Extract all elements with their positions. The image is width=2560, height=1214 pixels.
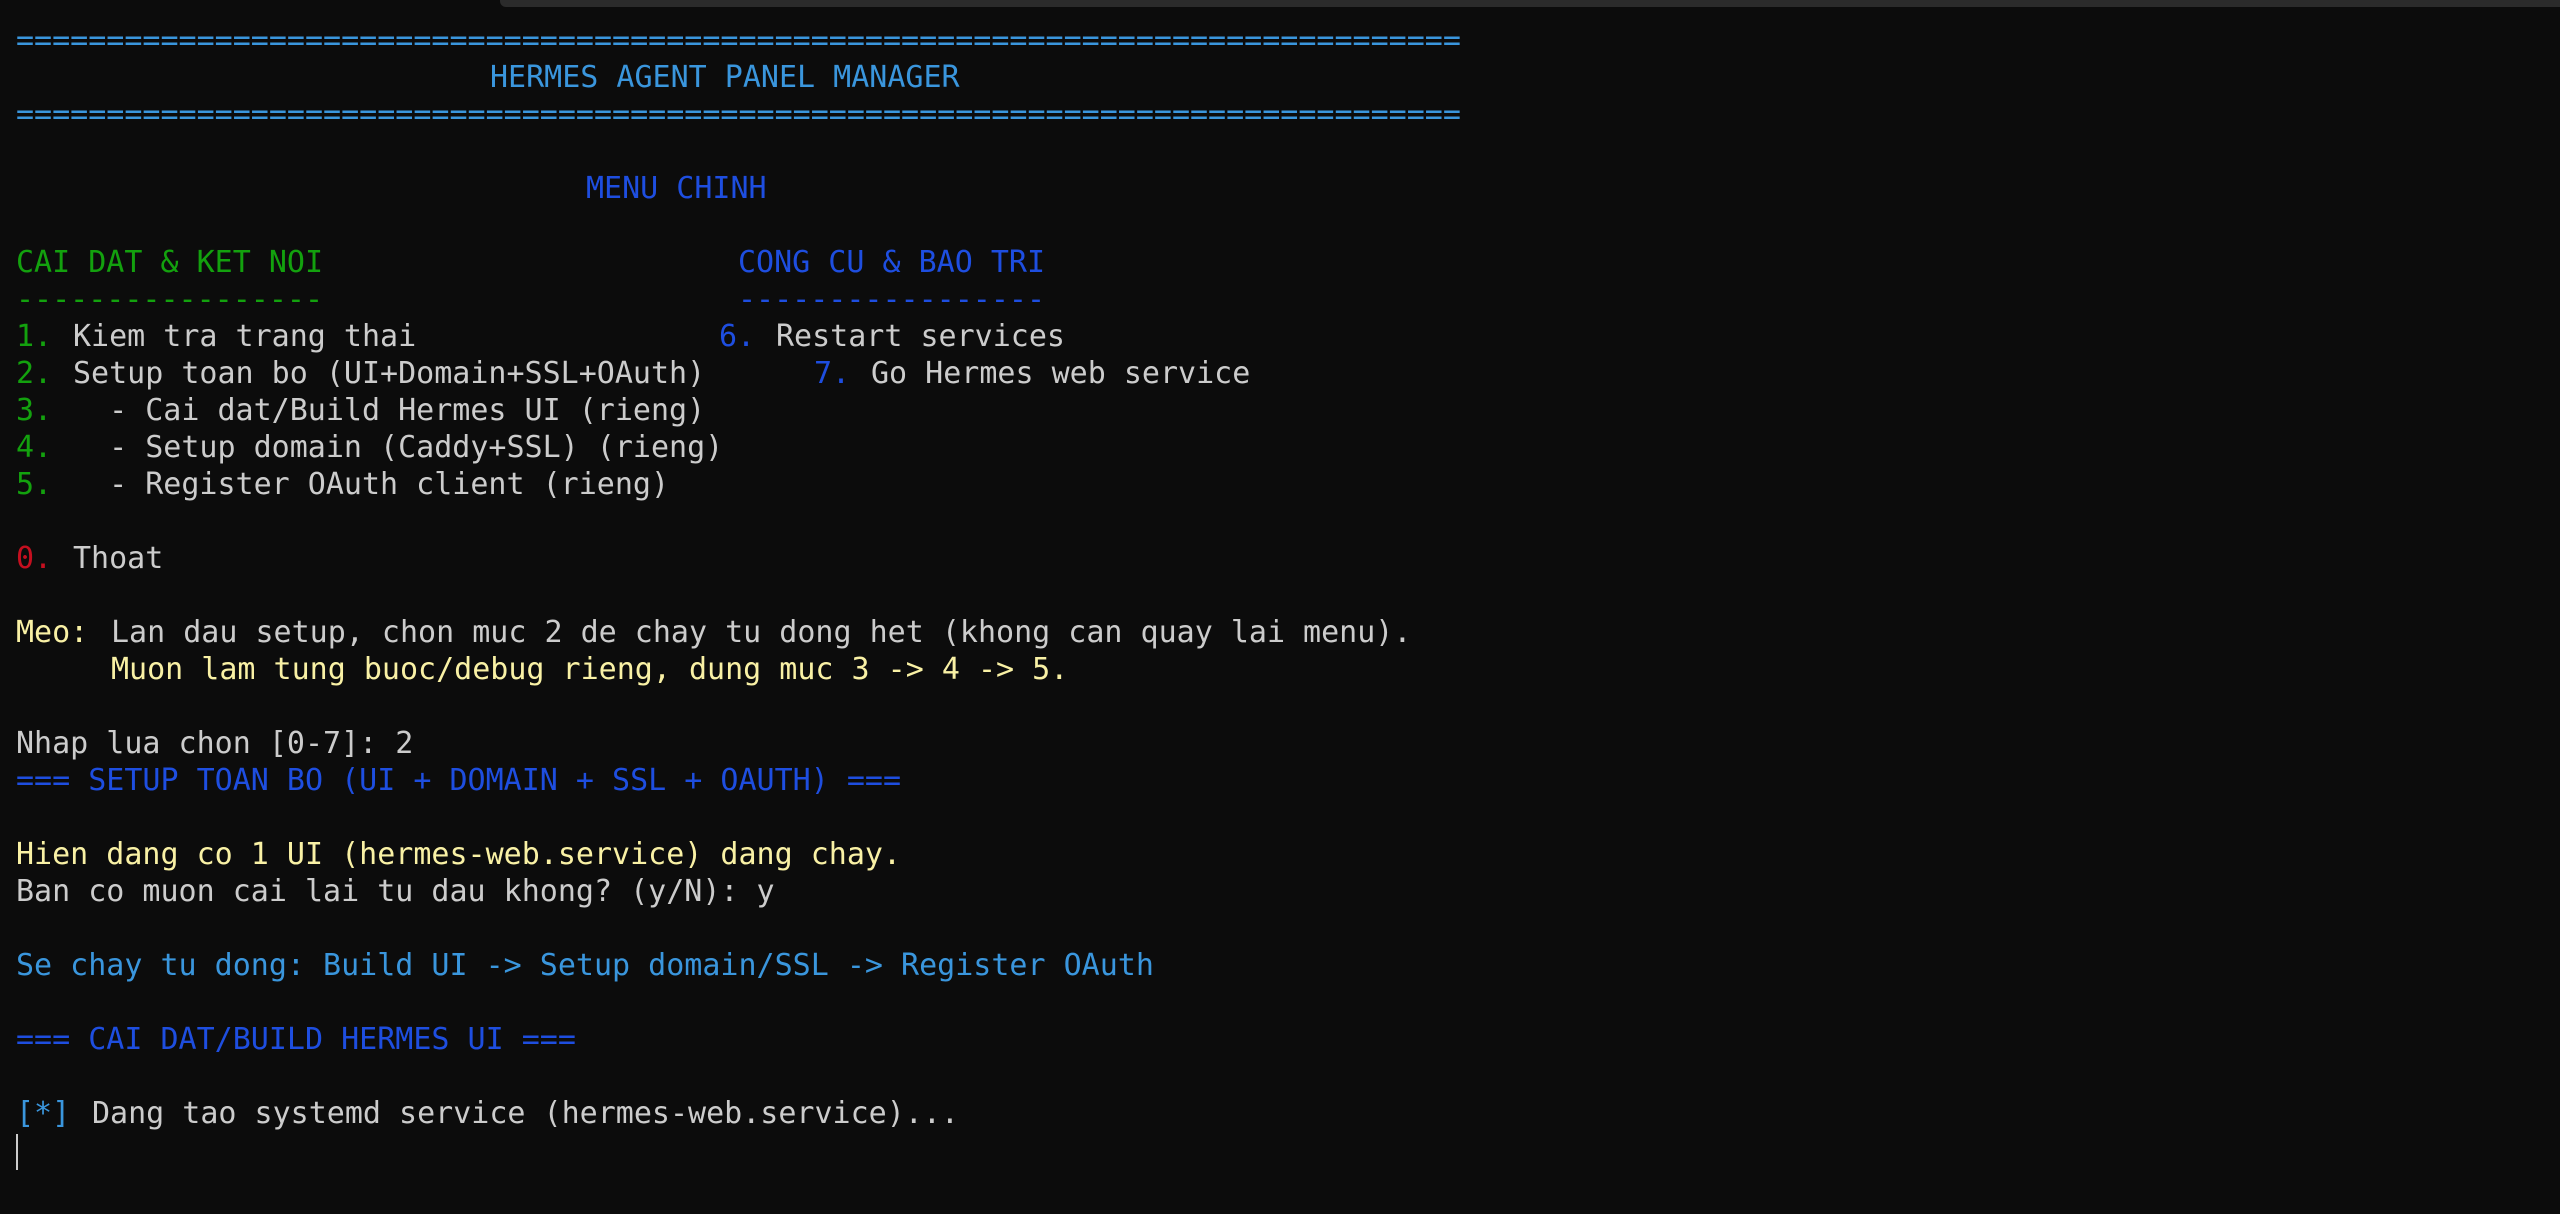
tip-text-1: Lan dau setup, chon muc 2 de chay tu don… [111,615,1412,650]
tip-line-1: Meo: Lan dau setup, chon muc 2 de chay t… [16,614,1616,651]
menu-item-2-label: Setup toan bo (UI+Domain+SSL+OAuth) [73,356,706,391]
section-underlines-row: ----------------- ----------------- [16,281,1116,318]
menu-item-0-label: Thoat [73,541,164,576]
banner-rule-top: ========================================… [16,23,1461,58]
menu-row-2: 2. Setup toan bo (UI+Domain+SSL+OAuth) 7… [16,355,1316,392]
reinstall-prompt: Ban co muon cai lai tu dau khong? (y/N):… [16,874,775,909]
menu-item-5-number: 5. [16,467,53,502]
menu-item-2-number: 2. [16,356,53,391]
left-section-underline: ----------------- [16,282,324,317]
menu-item-3-label: - Cai dat/Build Hermes UI (rieng) [73,393,706,428]
tip-text-2: Muon lam tung buoc/debug rieng, dung muc… [111,652,1069,687]
left-section-heading: CAI DAT & KET NOI [16,245,324,280]
menu-row-exit: 0. Thoat [16,540,416,577]
banner-title: HERMES AGENT PANEL MANAGER [490,60,960,95]
menu-row-1: 1. Kiem tra trang thai 6. Restart servic… [16,318,1216,355]
choice-prompt: Nhap lua chon [0-7]: 2 [16,726,414,761]
status-text: Dang tao systemd service (hermes-web.ser… [92,1096,959,1131]
menu-item-1-label: Kiem tra trang thai [73,319,417,354]
menu-item-7-number: 7. [814,356,851,391]
terminal-cursor[interactable] [16,1134,18,1170]
auto-flow-notice: Se chay tu dong: Build UI -> Setup domai… [16,948,1154,983]
menu-row-5: 5. - Register OAuth client (rieng) [16,466,1016,503]
menu-item-6-number: 6. [719,319,756,354]
menu-item-6-label: Restart services [776,319,1065,354]
menu-item-3-number: 3. [16,393,53,428]
menu-row-3: 3. - Cai dat/Build Hermes UI (rieng) [16,392,1016,429]
setup-all-header: === SETUP TOAN BO (UI + DOMAIN + SSL + O… [16,763,902,798]
menu-row-4: 4. - Setup domain (Caddy+SSL) (rieng) [16,429,1016,466]
right-section-heading: CONG CU & BAO TRI [738,245,1046,280]
menu-item-1-number: 1. [16,319,53,354]
section-headings-row: CAI DAT & KET NOI CONG CU & BAO TRI [16,244,1116,281]
menu-item-5-label: - Register OAuth client (rieng) [73,467,670,502]
menu-item-0-number: 0. [16,541,53,576]
running-ui-notice: Hien dang co 1 UI (hermes-web.service) d… [16,837,902,872]
right-section-underline: ----------------- [738,282,1046,317]
menu-item-4-number: 4. [16,430,53,465]
menu-item-7-label: Go Hermes web service [871,356,1251,391]
menu-item-4-label: - Setup domain (Caddy+SSL) (rieng) [73,430,724,465]
build-ui-header: === CAI DAT/BUILD HERMES UI === [16,1022,576,1057]
menu-title: MENU CHINH [586,171,767,206]
banner-rule-bottom: ========================================… [16,97,1461,132]
status-line: [*] Dang tao systemd service (hermes-web… [16,1095,1216,1132]
tip-label: Meo: [16,615,89,650]
window-title-bar [500,0,2560,7]
status-marker: [*] [16,1096,71,1131]
